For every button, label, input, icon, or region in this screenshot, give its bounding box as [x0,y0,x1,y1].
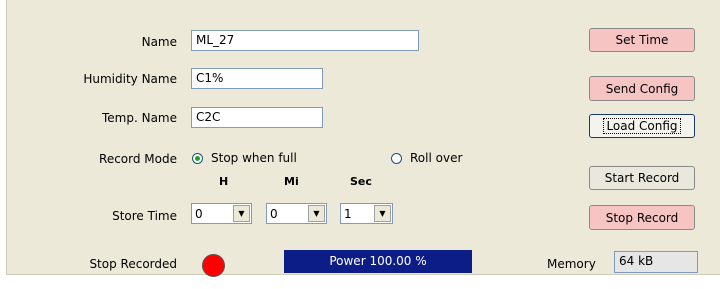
chevron-down-icon[interactable]: ▼ [233,205,250,222]
store-time-header-seconds: Sec [350,175,372,188]
stop-record-button[interactable]: Stop Record [589,205,695,230]
name-label: Name [141,35,177,49]
radio-stop-when-full-label: Stop when full [211,151,297,165]
radio-unselected-icon [391,152,402,164]
radio-roll-over[interactable]: Roll over [391,151,462,165]
radio-selected-icon [192,152,203,164]
temp-name-input[interactable]: C2C [191,107,323,128]
store-time-minutes-value: 0 [270,206,278,221]
stop-recorded-label: Stop Recorded [89,257,177,271]
start-record-button[interactable]: Start Record [589,166,695,190]
send-config-button[interactable]: Send Config [589,76,695,101]
recording-status-led-icon [202,254,225,277]
memory-label: Memory [547,257,596,271]
chevron-down-icon[interactable]: ▼ [308,205,325,222]
memory-field: 64 kB [614,251,698,273]
humidity-name-label: Humidity Name [83,72,177,86]
radio-stop-when-full[interactable]: Stop when full [192,151,297,165]
record-mode-label: Record Mode [99,152,177,166]
chevron-down-icon[interactable]: ▼ [374,205,391,222]
load-config-label: Load Config [603,118,681,134]
store-time-minutes-select[interactable]: 0 ▼ [266,203,327,224]
temp-name-label: Temp. Name [101,111,177,125]
config-panel: Name ML_27 Humidity Name C1% Temp. Name … [6,0,720,277]
store-time-hours-select[interactable]: 0 ▼ [191,203,252,224]
store-time-header-minutes: Mi [284,175,299,188]
store-time-hours-value: 0 [195,206,203,221]
humidity-name-input[interactable]: C1% [191,68,323,89]
store-time-label: Store Time [112,209,177,223]
set-time-button[interactable]: Set Time [589,28,695,52]
store-time-seconds-value: 1 [344,206,352,221]
store-time-seconds-select[interactable]: 1 ▼ [340,203,393,224]
load-config-button[interactable]: Load Config [589,114,695,138]
name-input[interactable]: ML_27 [191,30,419,51]
radio-roll-over-label: Roll over [410,151,463,165]
power-indicator: Power 100.00 % [284,250,472,273]
store-time-header-hours: H [219,175,229,188]
